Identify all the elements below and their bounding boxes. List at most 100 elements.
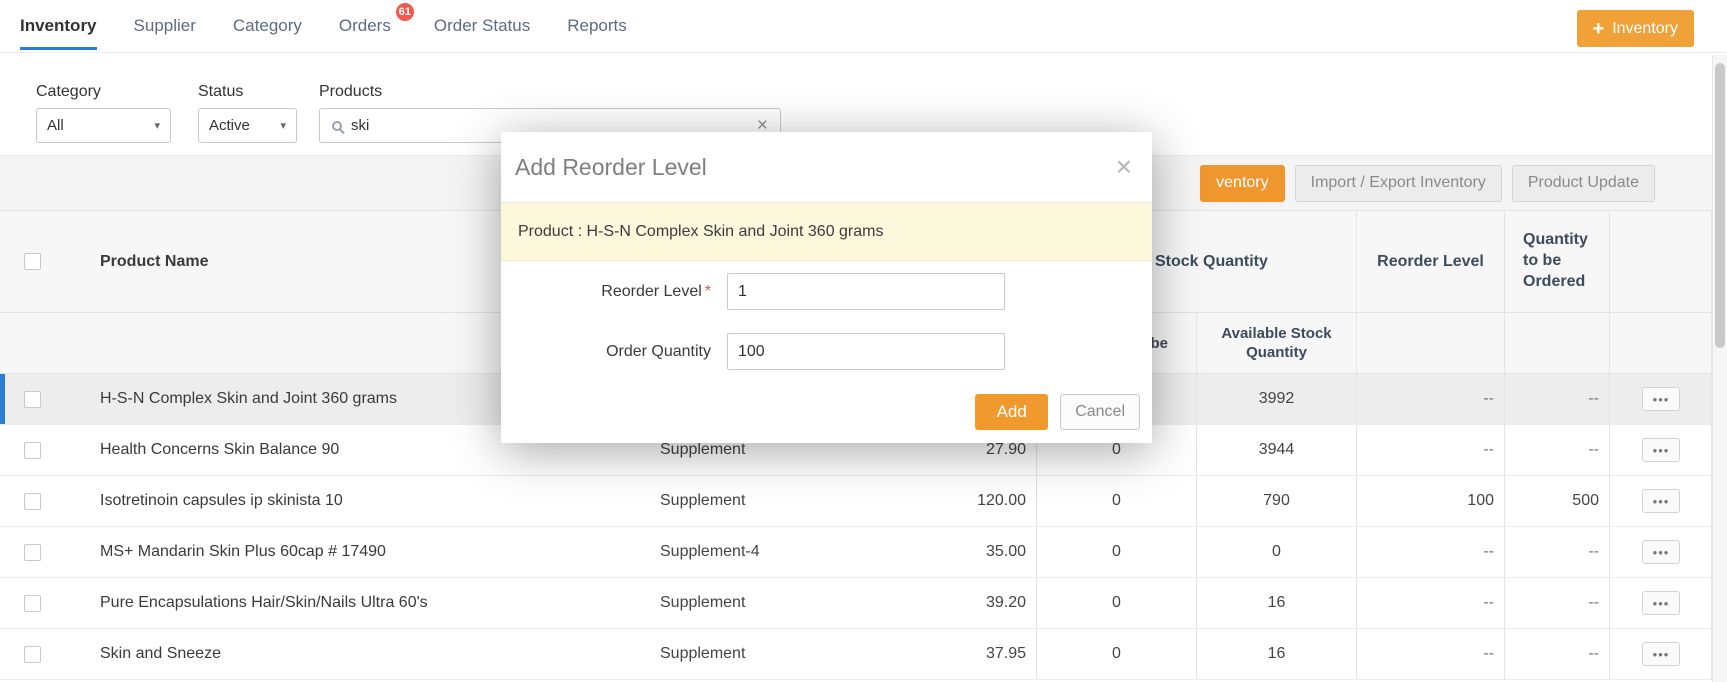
- table-row[interactable]: Isotretinoin capsules ip skinista 10 Sup…: [0, 476, 1711, 527]
- quantity-to-be: 0: [1036, 629, 1196, 679]
- category-filter-label: Category: [36, 83, 101, 100]
- products-filter-label: Products: [319, 83, 383, 100]
- product-name: Skin and Sneeze: [100, 645, 221, 662]
- reorder-level: --: [1356, 578, 1504, 628]
- chevron-down-icon: ▾: [154, 120, 160, 132]
- tab-category[interactable]: Category: [233, 0, 302, 53]
- status-select[interactable]: Active ▾: [198, 108, 297, 143]
- product-price: 120.00: [977, 492, 1026, 509]
- table-row[interactable]: Skin and Sneeze Supplement 37.95 0 16 --…: [0, 629, 1711, 680]
- cancel-button[interactable]: Cancel: [1060, 394, 1140, 430]
- add-button[interactable]: Add: [975, 394, 1049, 430]
- quantity-to-be-ordered: --: [1504, 578, 1609, 628]
- header-actions: [1609, 211, 1712, 312]
- select-all-checkbox[interactable]: [24, 253, 41, 270]
- top-nav: Inventory Supplier Category Orders 61 Or…: [0, 0, 1727, 53]
- required-asterisk: *: [704, 283, 711, 300]
- add-inventory-button[interactable]: + Inventory: [1576, 10, 1694, 47]
- available-stock-quantity: 16: [1196, 629, 1356, 679]
- tab-reports[interactable]: Reports: [567, 0, 627, 53]
- quantity-to-be-ordered: --: [1504, 374, 1609, 424]
- product-category: Supplement: [660, 492, 746, 509]
- reorder-level: --: [1356, 425, 1504, 475]
- row-actions-button[interactable]: •••: [1642, 387, 1680, 411]
- tab-inventory[interactable]: Inventory: [20, 0, 97, 53]
- reorder-level-label: Reorder Level *: [501, 273, 711, 310]
- modal-product-banner: Product : H-S-N Complex Skin and Joint 3…: [501, 203, 1152, 261]
- product-category: Supplement-4: [660, 543, 760, 560]
- header-reorder-level: Reorder Level: [1356, 211, 1504, 312]
- modal-title: Add Reorder Level: [515, 153, 707, 180]
- row-actions-button[interactable]: •••: [1642, 540, 1680, 564]
- row-checkbox[interactable]: [24, 390, 41, 408]
- row-actions-button[interactable]: •••: [1642, 489, 1680, 513]
- order-quantity-input[interactable]: [727, 333, 1005, 370]
- category-select[interactable]: All ▾: [36, 108, 171, 143]
- plus-icon: +: [1592, 17, 1605, 40]
- row-checkbox[interactable]: [24, 594, 41, 612]
- available-stock-quantity: 790: [1196, 476, 1356, 526]
- reorder-level: --: [1356, 374, 1504, 424]
- vertical-scrollbar[interactable]: [1712, 55, 1727, 682]
- tab-order-status[interactable]: Order Status: [434, 0, 530, 53]
- available-stock-quantity: 3944: [1196, 425, 1356, 475]
- tab-orders-label: Orders: [338, 16, 391, 35]
- row-checkbox[interactable]: [24, 645, 41, 663]
- header-quantity-to-be-ordered: Quantity to be Ordered: [1504, 211, 1609, 312]
- quantity-to-be-ordered: --: [1504, 425, 1609, 475]
- reorder-level-row: Reorder Level *: [501, 273, 1152, 310]
- quantity-to-be: 0: [1036, 578, 1196, 628]
- quantity-to-be: 0: [1036, 476, 1196, 526]
- chevron-down-icon: ▾: [280, 120, 286, 132]
- quantity-to-be-ordered: 500: [1504, 476, 1609, 526]
- reorder-level-label-text: Reorder Level: [601, 283, 702, 300]
- row-checkbox[interactable]: [24, 543, 41, 561]
- product-price: 39.20: [985, 594, 1026, 611]
- add-inventory-label: Inventory: [1612, 19, 1678, 37]
- modal-actions: Add Cancel: [975, 394, 1140, 430]
- inventory-app: Inventory Supplier Category Orders 61 Or…: [0, 0, 1727, 682]
- product-update-button[interactable]: Product Update: [1511, 164, 1655, 202]
- row-actions-button[interactable]: •••: [1642, 438, 1680, 462]
- product-name: MS+ Mandarin Skin Plus 60cap # 17490: [100, 543, 386, 560]
- available-stock-quantity: 3992: [1196, 374, 1356, 424]
- import-export-inventory-button[interactable]: Import / Export Inventory: [1294, 164, 1502, 202]
- row-checkbox[interactable]: [24, 492, 41, 510]
- order-quantity-row: Order Quantity: [501, 333, 1152, 370]
- product-name: Isotretinoin capsules ip skinista 10: [100, 492, 343, 509]
- status-select-value: Active: [209, 117, 250, 134]
- product-category: Supplement: [660, 645, 746, 662]
- quantity-to-be-ordered: --: [1504, 629, 1609, 679]
- tab-supplier[interactable]: Supplier: [134, 0, 196, 53]
- scrollbar-thumb[interactable]: [1715, 63, 1725, 348]
- orders-count-badge: 61: [395, 2, 414, 21]
- table-row[interactable]: Pure Encapsulations Hair/Skin/Nails Ultr…: [0, 578, 1711, 629]
- header-quantity-to-be-ordered-text: Quantity to be Ordered: [1523, 231, 1588, 290]
- available-stock-quantity: 16: [1196, 578, 1356, 628]
- reorder-level-input[interactable]: [727, 273, 1005, 310]
- reorder-level: 100: [1356, 476, 1504, 526]
- close-icon[interactable]: ×: [1116, 153, 1132, 181]
- available-stock-quantity: 0: [1196, 527, 1356, 577]
- inventory-action-button-partial[interactable]: ventory: [1200, 164, 1285, 202]
- category-select-value: All: [47, 117, 64, 134]
- subheader-available-stock-quantity: Available Stock Quantity: [1196, 313, 1356, 373]
- modal-header: Add Reorder Level ×: [501, 132, 1152, 203]
- reorder-level: --: [1356, 527, 1504, 577]
- reorder-level: --: [1356, 629, 1504, 679]
- table-row[interactable]: MS+ Mandarin Skin Plus 60cap # 17490 Sup…: [0, 527, 1711, 578]
- row-actions-button[interactable]: •••: [1642, 642, 1680, 666]
- order-quantity-label: Order Quantity: [606, 343, 711, 360]
- add-reorder-level-modal: Add Reorder Level × Product : H-S-N Comp…: [501, 132, 1152, 443]
- tab-orders[interactable]: Orders 61: [338, 0, 414, 53]
- search-icon: [332, 120, 342, 131]
- row-checkbox[interactable]: [24, 441, 41, 459]
- quantity-to-be-ordered: --: [1504, 527, 1609, 577]
- quantity-to-be: 0: [1036, 527, 1196, 577]
- product-name: Pure Encapsulations Hair/Skin/Nails Ultr…: [100, 594, 428, 611]
- product-price: 37.95: [985, 645, 1026, 662]
- row-actions-button[interactable]: •••: [1642, 591, 1680, 615]
- status-filter-label: Status: [198, 83, 244, 100]
- product-price: 35.00: [985, 543, 1026, 560]
- product-category: Supplement: [660, 594, 746, 611]
